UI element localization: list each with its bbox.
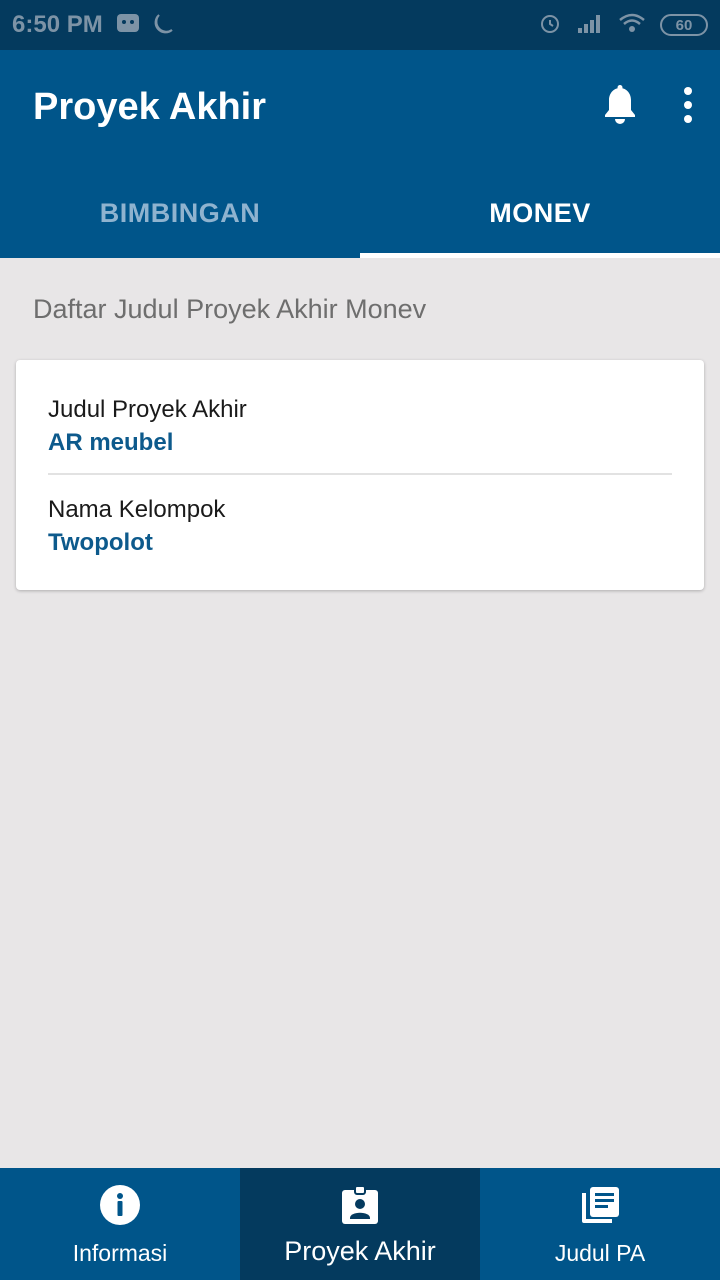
bell-icon[interactable] — [602, 84, 638, 126]
nav-label-proyek-akhir: Proyek Akhir — [284, 1236, 436, 1266]
nav-label-informasi: Informasi — [72, 1240, 168, 1266]
more-vert-icon[interactable] — [682, 86, 694, 124]
nav-label-judul-pa: Judul PA — [554, 1240, 646, 1266]
bottom-nav: Informasi Proyek Akhir Judul PA — [0, 1168, 720, 1280]
card-value-group: Twopolot — [48, 529, 153, 556]
card-row-title: Judul Proyek Akhir AR meubel — [48, 396, 672, 457]
section-title: Daftar Judul Proyek Akhir Monev — [33, 294, 427, 324]
status-right: 60 — [538, 11, 708, 40]
page-title: Proyek Akhir — [33, 86, 267, 128]
card-row-group: Nama Kelompok Twopolot — [48, 496, 672, 557]
app-actions — [602, 84, 694, 126]
tab-monev[interactable]: MONEV — [360, 168, 720, 258]
nav-item-informasi[interactable]: Informasi — [0, 1168, 240, 1280]
nav-item-judul-pa[interactable]: Judul PA — [480, 1168, 720, 1280]
card-label-title: Judul Proyek Akhir — [48, 396, 247, 423]
moon-icon — [153, 12, 175, 39]
wifi-icon — [618, 12, 646, 39]
notification-icon — [115, 10, 141, 41]
status-time: 6:50 PM — [12, 11, 103, 38]
card-value-title: AR meubel — [48, 429, 174, 456]
project-card[interactable]: Judul Proyek Akhir AR meubel Nama Kelomp… — [16, 360, 704, 590]
nav-item-proyek-akhir[interactable]: Proyek Akhir — [240, 1168, 480, 1280]
library-books-icon — [579, 1184, 621, 1226]
status-left: 6:50 PM — [12, 10, 175, 41]
tab-bimbingan[interactable]: BIMBINGAN — [0, 168, 360, 258]
signal-icon — [576, 12, 604, 39]
battery-icon: 60 — [660, 14, 708, 36]
app-bar: Proyek Akhir BIMBINGAN MONEV — [0, 50, 720, 258]
status-bar: 6:50 PM 60 — [0, 0, 720, 50]
alarm-icon — [538, 11, 562, 40]
card-divider — [48, 473, 672, 475]
tab-bar: BIMBINGAN MONEV — [0, 168, 720, 258]
card-label-group: Nama Kelompok — [48, 496, 226, 523]
badge-icon — [341, 1184, 379, 1226]
info-icon — [99, 1184, 141, 1226]
